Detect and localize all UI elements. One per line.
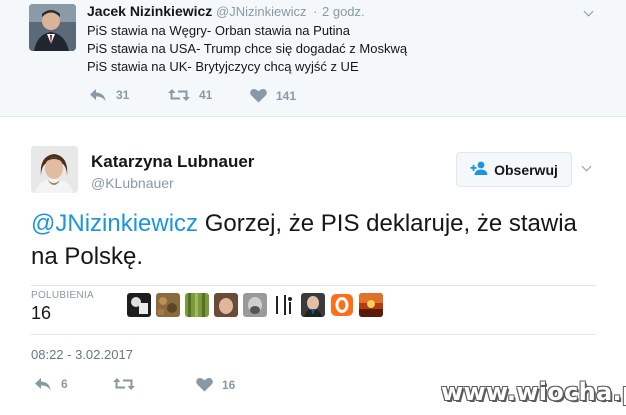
- retweet-icon: [113, 377, 135, 391]
- author-avatar[interactable]: [31, 146, 78, 193]
- chevron-down-icon[interactable]: [583, 6, 594, 17]
- liker-avatar[interactable]: [156, 293, 180, 317]
- divider: [31, 285, 596, 286]
- like-count: 16: [222, 377, 236, 392]
- parent-like-count: 141: [276, 88, 297, 103]
- retweet-button[interactable]: [113, 377, 144, 391]
- parent-tweet[interactable]: Jacek Nizinkiewicz @JNizinkiewicz · 2 go…: [0, 0, 626, 117]
- parent-timestamp[interactable]: 2 godz.: [322, 4, 365, 19]
- parent-retweet-count: 41: [199, 88, 213, 102]
- like-button[interactable]: 16: [196, 377, 235, 392]
- parent-text-line: PiS stawia na USA- Trump chce się dogada…: [87, 41, 408, 56]
- heart-icon: [250, 88, 267, 103]
- parent-author-name[interactable]: Jacek Nizinkiewicz: [87, 3, 212, 19]
- parent-like-button[interactable]: 141: [250, 88, 296, 103]
- liker-avatar[interactable]: [214, 293, 238, 317]
- liker-avatar[interactable]: [185, 293, 209, 317]
- parent-author-handle[interactable]: @JNizinkiewicz: [216, 4, 307, 19]
- tweet-text: @JNizinkiewicz Gorzej, że PIS deklaruje,…: [31, 207, 601, 273]
- divider: [31, 334, 596, 335]
- liker-avatar[interactable]: [243, 293, 267, 317]
- follow-button[interactable]: Obserwuj: [456, 152, 572, 187]
- reply-button[interactable]: 6: [34, 377, 68, 391]
- parent-retweet-button[interactable]: 41: [168, 88, 212, 102]
- author-handle[interactable]: @KLubnauer: [91, 175, 174, 191]
- likes-label: POLUBIENIA: [31, 290, 95, 301]
- parent-reply-button[interactable]: 31: [89, 88, 129, 102]
- chevron-down-icon[interactable]: [581, 161, 592, 172]
- add-user-icon: [470, 161, 488, 178]
- parent-text-line: PiS stawia na UK- Brytyjczycy chcą wyjść…: [87, 59, 359, 74]
- watermark: www.wiocha.pl: [441, 378, 626, 406]
- parent-reply-count: 31: [116, 88, 130, 102]
- mention-link[interactable]: @JNizinkiewicz: [31, 210, 198, 237]
- liker-avatar[interactable]: [272, 293, 296, 317]
- author-name[interactable]: Katarzyna Lubnauer: [91, 152, 254, 172]
- parent-author-avatar[interactable]: [29, 4, 76, 51]
- liker-avatar[interactable]: [359, 293, 383, 317]
- follow-button-label: Obserwuj: [494, 161, 558, 178]
- parent-separator: ·: [313, 4, 318, 19]
- liker-avatars: [127, 293, 383, 317]
- reply-icon: [89, 88, 107, 102]
- parent-text-line: PiS stawia na Węgry- Orban stawia na Put…: [87, 23, 351, 38]
- liker-avatar[interactable]: [330, 293, 354, 317]
- liker-avatar[interactable]: [127, 293, 151, 317]
- tweet-timestamp[interactable]: 08:22 - 3.02.2017: [31, 347, 133, 362]
- reply-icon: [34, 377, 52, 391]
- retweet-icon: [168, 88, 190, 102]
- heart-icon: [196, 377, 213, 392]
- parent-tweet-text: PiS stawia na Węgry- Orban stawia na Put…: [87, 22, 407, 76]
- reply-count: 6: [61, 377, 68, 391]
- likes-count[interactable]: 16: [31, 303, 51, 324]
- liker-avatar[interactable]: [301, 293, 325, 317]
